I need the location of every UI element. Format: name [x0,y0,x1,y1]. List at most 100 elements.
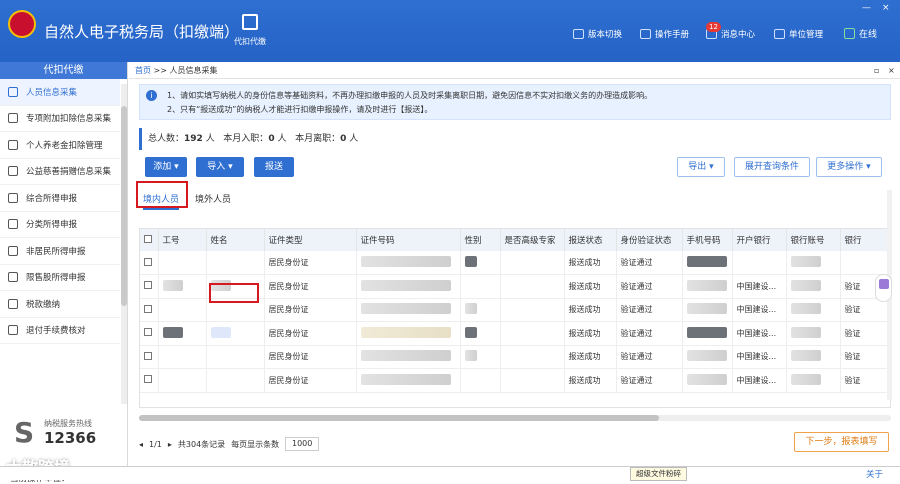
expand-query-button[interactable]: 展开查询条件 [734,157,810,177]
submit-button[interactable]: 报送 [254,157,294,177]
person-icon [8,86,18,97]
sidebar-item[interactable]: 公益慈善捐赠信息采集 [0,159,120,185]
col-verify-status[interactable]: 身份验证状态 [616,229,683,251]
col-gender[interactable]: 性别 [460,229,501,251]
sidebar-scroll-thumb[interactable] [121,106,127,306]
title-bar: 自然人电子税务局（扣缴端） 代扣代缴 版本切换 操作手册 消息中心 12 单位管… [0,0,900,62]
more-actions-button[interactable]: 更多操作 ▾ [816,157,882,177]
sidebar-item[interactable]: 税款缴纳 [0,291,120,318]
nonresident-icon [8,245,18,256]
unit-management-button[interactable]: 单位管理 [774,28,823,40]
table-cell: 居民身份证 [264,298,357,322]
col-bank[interactable]: 开户银行 [732,229,787,251]
redacted-account [790,256,821,267]
table-header-row: 工号 姓名 证件类型 证件号码 性别 是否高级专家 报送状态 身份验证状态 手机… [140,229,890,251]
cell-id-type: 居民身份证 [268,305,309,315]
table-row[interactable]: 居民身份证 报送成功 验证通过 中国建设... 验证 [140,345,890,369]
sidebar-item[interactable]: 个人养老金扣除管理 [0,132,120,159]
table-cell [158,251,207,275]
sidebar-item[interactable]: 专项附加扣除信息采集 [0,106,120,132]
table-row[interactable]: 居民身份证 报送成功 验证通过 中国建设... 验证 [140,321,890,346]
close-tab-icon[interactable]: × [888,62,895,79]
manual-button[interactable]: 操作手册 [640,28,689,40]
cell-submit-status: 报送成功 [568,305,601,315]
tab-foreign[interactable]: 境外人员 [195,192,231,208]
redacted-phone [686,373,727,385]
table-scroll-thumb[interactable] [139,415,659,421]
table-cell [840,251,890,275]
sidebar-item-label: 个人养老金扣除管理 [26,140,103,151]
select-all-checkbox[interactable] [140,229,159,251]
table-cell [460,274,501,299]
row-checkbox[interactable] [144,351,152,360]
sidebar-item[interactable]: 限售股所得申报 [0,265,120,291]
sidebar-item[interactable]: 退付手续费核对 [0,318,120,344]
col-submit-status[interactable]: 报送状态 [564,229,617,251]
restore-icon[interactable]: ▫ [874,62,879,79]
table-row[interactable]: 居民身份证 报送成功 验证通过 中国建设... 验证 [140,368,890,393]
close-window-button[interactable]: × [882,3,890,13]
col-phone[interactable]: 手机号码 [682,229,733,251]
row-checkbox[interactable] [144,304,152,313]
table-cell [140,298,159,322]
add-button[interactable]: 添加 ▾ [145,157,187,177]
row-checkbox[interactable] [144,257,152,266]
col-account[interactable]: 银行账号 [786,229,841,251]
next-page-icon[interactable]: ▸ [168,440,172,449]
cell-bank: 中国建设... [736,328,777,338]
table-cell: 报送成功 [564,298,617,322]
table-cell [140,321,159,346]
import-button[interactable]: 导入 ▾ [196,157,244,177]
proxy-icon [242,14,258,30]
table-row[interactable]: 居民身份证 报送成功 验证通过 [140,251,890,275]
col-name[interactable]: 姓名 [206,229,265,251]
info-icon: i [146,90,157,101]
per-page-input[interactable]: 1000 [285,437,320,451]
table-horizontal-scrollbar[interactable] [139,415,891,421]
sidebar-item[interactable]: 非居民所得申报 [0,238,120,265]
col-id-type[interactable]: 证件类型 [264,229,357,251]
version-switch-label: 版本切换 [588,30,623,40]
sidebar-item[interactable]: 分类所得申报 [0,212,120,238]
cell-verify-status: 验证通过 [620,375,653,385]
cell-id-type: 居民身份证 [268,375,309,385]
highlight-box-name [209,283,259,303]
version-switch-button[interactable]: 版本切换 [573,28,622,40]
col-id-number[interactable]: 证件号码 [356,229,461,251]
breadcrumb-home[interactable]: 首页 [135,66,151,75]
sidebar-item[interactable]: 综合所得申报 [0,185,120,212]
per-page-label: 每页显示条数 [231,439,280,449]
floating-assistant[interactable] [875,274,892,302]
about-link[interactable]: 关于 [866,468,883,480]
row-checkbox[interactable] [144,375,152,384]
table-cell [460,321,501,346]
row-checkbox[interactable] [144,281,152,290]
row-checkbox[interactable] [144,328,152,337]
online-status: 在线 [844,27,877,40]
sidebar-item[interactable]: 人员信息采集 [0,79,120,106]
col-senior-expert[interactable]: 是否高级专家 [500,229,565,251]
redacted-account [790,326,821,338]
cell-bank: 中国建设... [736,305,777,315]
hired-count: 0 [268,134,275,144]
col-bank-extra[interactable]: 银行 [840,229,890,251]
next-step-button[interactable]: 下一步，报表填写 [794,432,889,452]
redacted-id-number [360,303,451,315]
left-count: 0 [340,134,347,144]
export-button[interactable]: 导出 ▾ [677,157,725,177]
table-cell: 报送成功 [564,251,617,275]
person-tabs: 境内人员 境外人员 [139,190,891,212]
cell-bank: 中国建设... [736,352,777,362]
col-staff-no[interactable]: 工号 [158,229,207,251]
proxy-withhold-button[interactable]: 代扣代缴 [230,12,270,47]
breadcrumb-current: 人员信息采集 [169,66,218,75]
minimize-button[interactable]: — [862,3,871,13]
redacted-phone [686,256,727,267]
cell-bank-extra: 验证 [844,328,861,338]
sidebar-scrollbar[interactable] [121,84,127,404]
hotline-label: 纳税服务热线 [44,419,92,428]
total-count: 192 [184,134,203,144]
table-cell [732,251,787,275]
prev-page-icon[interactable]: ◂ [139,440,143,449]
table-cell [682,298,733,322]
